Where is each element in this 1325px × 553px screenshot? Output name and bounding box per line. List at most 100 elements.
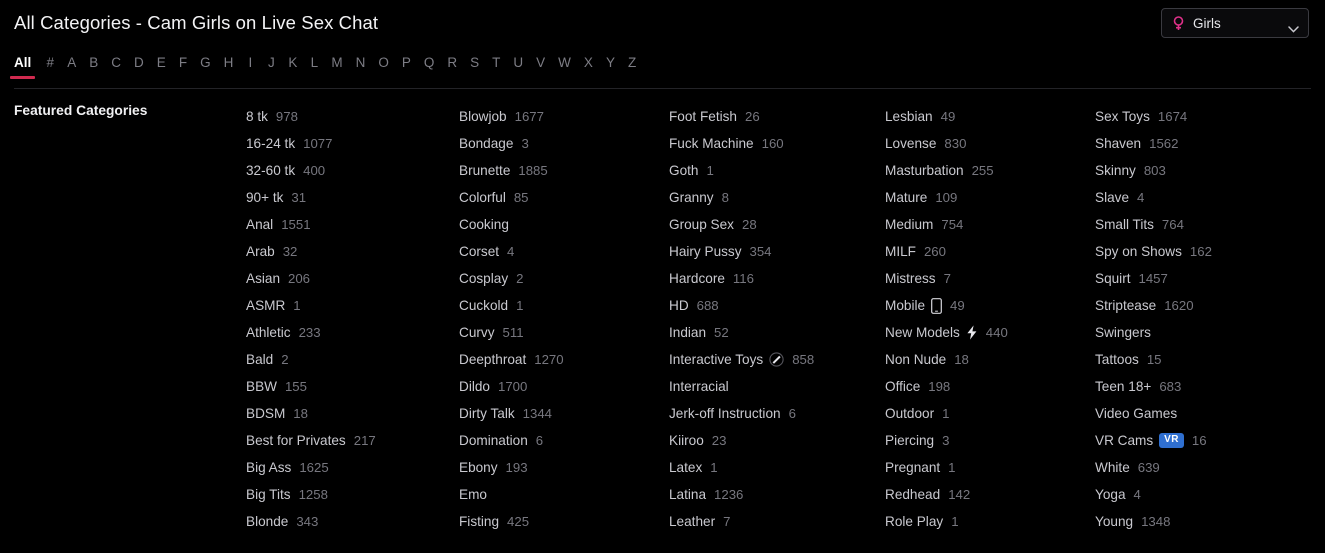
category-item[interactable]: HD 688	[669, 292, 885, 319]
alpha-filter-t[interactable]: T	[492, 56, 500, 80]
category-item[interactable]: Hairy Pussy 354	[669, 238, 885, 265]
category-item[interactable]: Dildo 1700	[459, 373, 669, 400]
category-item[interactable]: Deepthroat 1270	[459, 346, 669, 373]
alpha-filter-s[interactable]: S	[470, 56, 479, 80]
alpha-filter-l[interactable]: L	[310, 56, 319, 80]
category-item[interactable]: Piercing 3	[885, 427, 1095, 454]
category-item[interactable]: Tattoos 15	[1095, 346, 1315, 373]
alpha-filter-w[interactable]: W	[558, 56, 571, 80]
alpha-filter-z[interactable]: Z	[628, 56, 636, 80]
category-item[interactable]: Group Sex 28	[669, 211, 885, 238]
category-item[interactable]: Leather 7	[669, 508, 885, 535]
category-item[interactable]: Slave 4	[1095, 184, 1315, 211]
category-item[interactable]: Goth 1	[669, 157, 885, 184]
category-item[interactable]: Hardcore 116	[669, 265, 885, 292]
category-item[interactable]: Young 1348	[1095, 508, 1315, 535]
category-item[interactable]: Medium 754	[885, 211, 1095, 238]
category-item[interactable]: Spy on Shows 162	[1095, 238, 1315, 265]
category-item[interactable]: Latex 1	[669, 454, 885, 481]
gender-select[interactable]: Girls	[1161, 8, 1309, 38]
category-item[interactable]: Squirt 1457	[1095, 265, 1315, 292]
category-item[interactable]: Lesbian 49	[885, 103, 1095, 130]
alpha-filter-q[interactable]: Q	[424, 56, 435, 80]
category-item[interactable]: Shaven 1562	[1095, 130, 1315, 157]
category-item[interactable]: Big Ass 1625	[246, 454, 459, 481]
category-item[interactable]: Blowjob 1677	[459, 103, 669, 130]
alpha-filter-p[interactable]: P	[402, 56, 411, 80]
alpha-filter-y[interactable]: Y	[606, 56, 615, 80]
category-item[interactable]: Indian 52	[669, 319, 885, 346]
category-item[interactable]: Striptease 1620	[1095, 292, 1315, 319]
category-item[interactable]: Office 198	[885, 373, 1095, 400]
alpha-filter-h[interactable]: H	[224, 56, 234, 80]
category-item[interactable]: Masturbation 255	[885, 157, 1095, 184]
category-item[interactable]: Pregnant 1	[885, 454, 1095, 481]
category-item[interactable]: 32-60 tk 400	[246, 157, 459, 184]
category-item[interactable]: 16-24 tk 1077	[246, 130, 459, 157]
category-item[interactable]: Arab 32	[246, 238, 459, 265]
alpha-filter-a[interactable]: A	[67, 56, 76, 80]
alpha-filter-u[interactable]: U	[513, 56, 523, 80]
category-item[interactable]: Cosplay 2	[459, 265, 669, 292]
alpha-filter-x[interactable]: X	[584, 56, 593, 80]
category-item[interactable]: 8 tk 978	[246, 103, 459, 130]
category-item[interactable]: Brunette 1885	[459, 157, 669, 184]
category-item[interactable]: Yoga 4	[1095, 481, 1315, 508]
alpha-filter-v[interactable]: V	[536, 56, 545, 80]
alpha-filter-hash[interactable]: #	[46, 56, 55, 80]
category-item[interactable]: Emo	[459, 481, 669, 508]
alpha-filter-n[interactable]: N	[356, 56, 366, 80]
category-item[interactable]: VR Cams VR 16	[1095, 427, 1315, 454]
category-item[interactable]: Jerk-off Instruction 6	[669, 400, 885, 427]
category-item[interactable]: 90+ tk 31	[246, 184, 459, 211]
category-item[interactable]: MILF 260	[885, 238, 1095, 265]
category-item[interactable]: Bondage 3	[459, 130, 669, 157]
category-item[interactable]: Sex Toys 1674	[1095, 103, 1315, 130]
category-item[interactable]: Redhead 142	[885, 481, 1095, 508]
category-item[interactable]: Small Tits 764	[1095, 211, 1315, 238]
alpha-filter-b[interactable]: B	[89, 56, 98, 80]
alpha-filter-o[interactable]: O	[378, 56, 389, 80]
alpha-filter-i[interactable]: I	[246, 56, 254, 80]
category-item[interactable]: Cuckold 1	[459, 292, 669, 319]
alpha-filter-g[interactable]: G	[200, 56, 211, 80]
alpha-filter-f[interactable]: F	[179, 56, 187, 80]
category-item[interactable]: Role Play 1	[885, 508, 1095, 535]
category-item[interactable]: Ebony 193	[459, 454, 669, 481]
category-item[interactable]: Mistress 7	[885, 265, 1095, 292]
category-item[interactable]: Non Nude 18	[885, 346, 1095, 373]
category-item[interactable]: Mature 109	[885, 184, 1095, 211]
category-item[interactable]: Colorful 85	[459, 184, 669, 211]
category-item[interactable]: Fuck Machine 160	[669, 130, 885, 157]
alpha-filter-k[interactable]: K	[288, 56, 297, 80]
category-item[interactable]: Blonde 343	[246, 508, 459, 535]
category-item[interactable]: Interracial	[669, 373, 885, 400]
alpha-filter-m[interactable]: M	[331, 56, 342, 80]
category-item[interactable]: Asian 206	[246, 265, 459, 292]
category-item[interactable]: BBW 155	[246, 373, 459, 400]
category-item[interactable]: Foot Fetish 26	[669, 103, 885, 130]
category-item[interactable]: White 639	[1095, 454, 1315, 481]
category-item[interactable]: BDSM 18	[246, 400, 459, 427]
category-item[interactable]: Corset 4	[459, 238, 669, 265]
category-item[interactable]: Lovense 830	[885, 130, 1095, 157]
alpha-filter-r[interactable]: R	[447, 56, 457, 80]
category-item[interactable]: Fisting 425	[459, 508, 669, 535]
category-item[interactable]: Outdoor 1	[885, 400, 1095, 427]
category-item[interactable]: Teen 18+ 683	[1095, 373, 1315, 400]
category-item[interactable]: Interactive Toys 858	[669, 346, 885, 373]
category-item[interactable]: Skinny 803	[1095, 157, 1315, 184]
category-item[interactable]: Best for Privates 217	[246, 427, 459, 454]
category-item[interactable]: Bald 2	[246, 346, 459, 373]
category-item[interactable]: Video Games	[1095, 400, 1315, 427]
category-item[interactable]: Mobile 49	[885, 292, 1095, 319]
alpha-filter-j[interactable]: J	[267, 56, 275, 80]
alpha-filter-d[interactable]: D	[134, 56, 144, 80]
alpha-filter-all[interactable]: All	[9, 56, 36, 80]
category-item[interactable]: New Models 440	[885, 319, 1095, 346]
alpha-filter-c[interactable]: C	[111, 56, 121, 80]
category-item[interactable]: Dirty Talk 1344	[459, 400, 669, 427]
category-item[interactable]: Cooking	[459, 211, 669, 238]
alpha-filter-e[interactable]: E	[157, 56, 166, 80]
category-item[interactable]: Granny 8	[669, 184, 885, 211]
